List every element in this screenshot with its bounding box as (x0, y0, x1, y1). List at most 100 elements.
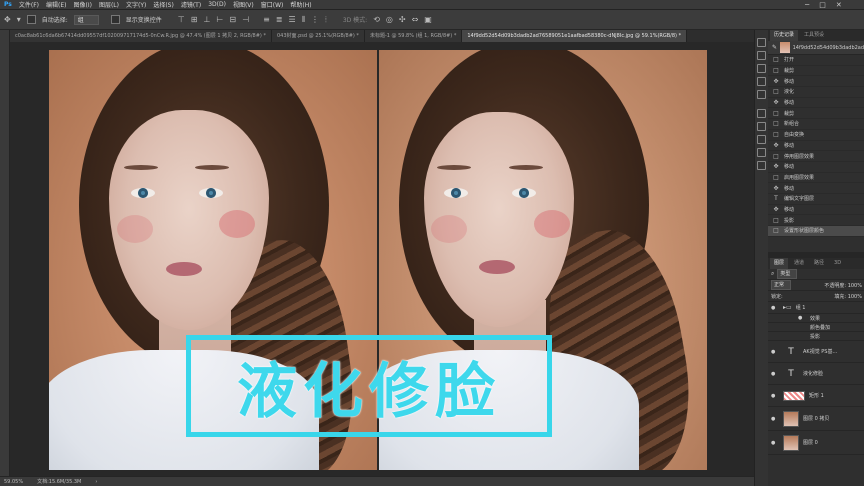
history-item[interactable]: ✥ 移动 (768, 205, 864, 216)
tab-paths[interactable]: 路径 (810, 258, 828, 269)
menu-item-edit[interactable]: 编辑(E) (46, 0, 66, 9)
layer-row[interactable]: ● 图层 0 (768, 431, 864, 455)
history-item[interactable]: ✥ 移动 (768, 162, 864, 173)
3d-drag-icon[interactable]: ✣ (399, 15, 406, 24)
layer-row[interactable]: 颜色叠加 (768, 323, 864, 332)
doc-tab[interactable]: 未标题-1 @ 59.8% (组 1, RGB/8#) * (364, 30, 463, 42)
tab-3d[interactable]: 3D (830, 258, 845, 269)
navigator-icon[interactable] (757, 148, 766, 157)
history-icon[interactable] (757, 38, 766, 47)
doc-tab-active[interactable]: 14f9dd52d54d09b3dadb2ad76589051e1aafbad5… (462, 30, 688, 42)
brush-source-icon[interactable]: ✎ (772, 44, 777, 51)
folder-icon[interactable]: ▸▭ (783, 304, 792, 311)
menu-item-filter[interactable]: 滤镜(T) (181, 0, 201, 9)
doc-tab[interactable]: 043封面.psd @ 25.1%(RGB/8#) * (271, 30, 365, 42)
layer-filter-select[interactable]: 类型 (777, 269, 798, 279)
menu-item-select[interactable]: 选择(S) (153, 0, 174, 9)
history-item[interactable]: □ 设置形状图层颜色 (768, 226, 864, 237)
distribute-middle-icon[interactable]: ≣ (276, 15, 283, 24)
visibility-eye-icon[interactable]: ● (771, 393, 779, 399)
doc-tab[interactable]: c0ac8ab61c6da6b67414dd09557df10200971717… (10, 30, 272, 42)
menu-item-type[interactable]: 文字(Y) (126, 0, 146, 9)
align-center-icon[interactable]: ⊟ (229, 15, 236, 24)
history-item[interactable]: ✥ 移动 (768, 98, 864, 109)
history-snapshot[interactable]: ✎ 14f9dd52d54d09b3dadb2ad5 (768, 41, 864, 55)
align-bottom-icon[interactable]: ⊥ (203, 15, 210, 24)
layer-row[interactable]: ● 图层 0 拷贝 (768, 407, 864, 431)
opacity-field[interactable]: 不透明度: 100% (824, 282, 864, 289)
chevron-down-icon[interactable]: ▾ (17, 15, 21, 24)
visibility-eye-icon[interactable]: ● (771, 305, 779, 311)
menu-item-file[interactable]: 文件(F) (19, 0, 39, 9)
show-transform-checkbox[interactable] (110, 15, 120, 24)
3d-slide-icon[interactable]: ⇔ (412, 15, 419, 24)
paragraph-icon[interactable] (757, 77, 766, 86)
brush-icon[interactable] (757, 51, 766, 60)
shape-layer-thumbnail (783, 390, 805, 401)
history-item[interactable]: ✥ 移动 (768, 141, 864, 152)
layer-row[interactable]: ● 效果 (768, 314, 864, 323)
properties-icon[interactable] (757, 122, 766, 131)
history-item[interactable]: □ 裁剪 (768, 108, 864, 120)
distribute-center-icon[interactable]: ⋮ (311, 15, 319, 24)
tab-layers[interactable]: 图层 (770, 258, 789, 269)
distribute-top-icon[interactable]: ≡ (263, 15, 270, 24)
distribute-left-icon[interactable]: ⫴ (302, 15, 305, 25)
history-item[interactable]: □ 裁剪 (768, 66, 864, 77)
history-item[interactable]: T 编辑文字图层 (768, 194, 864, 205)
chevron-right-icon[interactable]: › (95, 479, 97, 485)
3d-rotate-icon[interactable]: ⟲ (373, 15, 380, 24)
align-right-icon[interactable]: ⊣ (242, 15, 249, 24)
layer-row[interactable]: ● T AK视觉 PS基... (768, 341, 864, 363)
history-item[interactable]: □ 启用图层效果 (768, 173, 864, 184)
swatch-icon[interactable] (757, 64, 766, 73)
layer-row[interactable]: ● 矩形 1 (768, 385, 864, 407)
tab-history[interactable]: 历史记录 (770, 30, 799, 41)
move-tool-icon[interactable]: ✥ (4, 15, 11, 24)
menu-item-view[interactable]: 视图(V) (233, 0, 254, 9)
history-item[interactable]: □ 自由变换 (768, 130, 864, 141)
visibility-eye-icon[interactable]: ● (771, 371, 779, 377)
align-left-icon[interactable]: ⊢ (216, 15, 223, 24)
tab-tool-presets[interactable]: 工具预设 (800, 30, 828, 41)
adjust-icon[interactable] (757, 109, 766, 118)
visibility-eye-icon[interactable]: ● (771, 349, 779, 355)
visibility-eye-icon[interactable]: ● (798, 315, 806, 321)
layer-row[interactable]: ● ▸▭ 组 1 (768, 302, 864, 314)
maximize-icon[interactable]: □ (819, 1, 826, 9)
3d-scale-icon[interactable]: ▣ (424, 15, 432, 24)
visibility-eye-icon[interactable]: ● (771, 440, 779, 446)
layer-row[interactable]: 投影 (768, 332, 864, 341)
3d-roll-icon[interactable]: ◎ (386, 15, 393, 24)
close-icon[interactable]: ✕ (836, 1, 842, 9)
menu-item-layer[interactable]: 图层(L) (99, 0, 119, 9)
minimize-icon[interactable]: ─ (805, 1, 809, 9)
ps-logo: Ps (4, 1, 12, 8)
visibility-eye-icon[interactable]: ● (771, 416, 779, 422)
distribute-right-icon[interactable]: ⦙ (325, 15, 327, 25)
info-icon[interactable] (757, 135, 766, 144)
history-item[interactable]: □ 液化 (768, 87, 864, 98)
history-item[interactable]: ✥ 移动 (768, 76, 864, 88)
history-item[interactable]: ✥ 移动 (768, 183, 864, 194)
menu-item-help[interactable]: 帮助(H) (290, 0, 311, 9)
history-item[interactable]: □ 打开 (768, 55, 864, 66)
tab-channels[interactable]: 通道 (790, 258, 808, 269)
fill-field[interactable]: 填充: 100% (834, 293, 864, 300)
history-item[interactable]: □ 投影 (768, 215, 864, 226)
blend-mode-select[interactable]: 正常 (771, 280, 792, 290)
history-item[interactable]: □ 停用图层效果 (768, 151, 864, 162)
auto-select-checkbox[interactable] (26, 15, 36, 24)
auto-select-dropdown[interactable]: 组 (73, 14, 99, 25)
history-item[interactable]: □ 新组合 (768, 119, 864, 130)
menu-item-window[interactable]: 窗口(W) (261, 0, 284, 9)
layers-comp-icon[interactable] (757, 161, 766, 170)
distribute-bottom-icon[interactable]: ☰ (288, 15, 295, 24)
layer-row[interactable]: ● T 液化修脸 (768, 363, 864, 385)
character-icon[interactable] (757, 90, 766, 99)
menu-item-3d[interactable]: 3D(D) (208, 1, 226, 8)
menu-item-image[interactable]: 图像(I) (74, 0, 92, 9)
zoom-level[interactable]: 59.05% (4, 479, 23, 485)
align-top-icon[interactable]: ⊤ (178, 15, 185, 24)
align-middle-icon[interactable]: ⊞ (191, 15, 198, 24)
